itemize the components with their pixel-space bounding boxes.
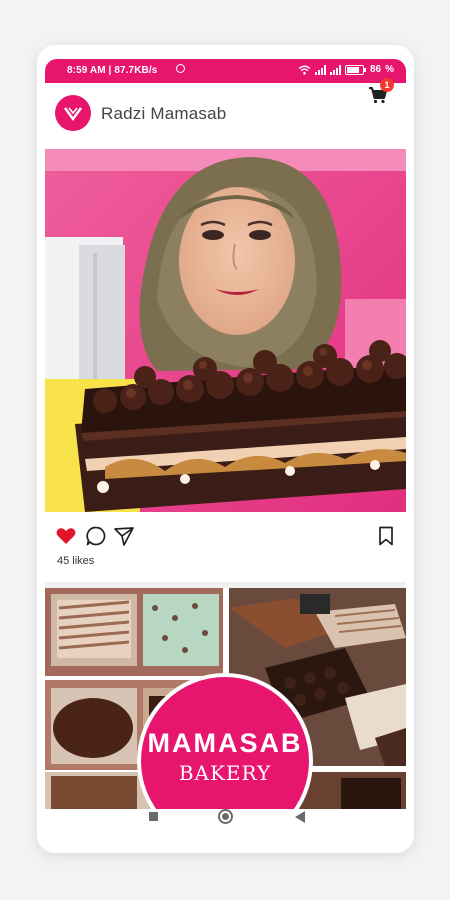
profile-avatar[interactable]: [55, 95, 91, 131]
battery-level: 86: [369, 64, 382, 75]
back-button[interactable]: [295, 811, 305, 823]
post-photo[interactable]: [45, 149, 406, 512]
logo-line-1: MAMASAB: [147, 727, 303, 758]
likes-count: 45 likes: [57, 555, 95, 567]
comment-icon[interactable]: [85, 525, 107, 547]
status-time: 8:59 AM | 87.7KB/s: [67, 65, 158, 76]
post-actions: 45 likes: [45, 521, 406, 591]
home-button[interactable]: [218, 809, 233, 824]
grid-photo-1: [45, 588, 223, 676]
wifi-icon: [298, 65, 311, 74]
logo-mark-icon: [64, 107, 82, 121]
signal-icon: [314, 64, 326, 75]
heart-icon[interactable]: [55, 525, 77, 547]
battery-icon: [344, 64, 366, 75]
app-header: Radzi Mamasab: [45, 83, 406, 139]
send-icon[interactable]: [113, 525, 135, 547]
battery-percent-sign: %: [385, 64, 394, 75]
logo-line-2: BAKERY: [178, 760, 272, 785]
app-screen: 8:59 AM | 87.7KB/s 86% Radzi Mamasab 1 4…: [45, 59, 406, 834]
signal-icon-2: [329, 64, 341, 75]
recent-apps-button[interactable]: [149, 812, 158, 821]
phone-frame: 8:59 AM | 87.7KB/s 86% Radzi Mamasab 1 4…: [37, 45, 414, 853]
status-icons: 86%: [298, 64, 394, 75]
post-photo-illustration: [45, 149, 406, 512]
status-extra-icon: [176, 64, 185, 73]
status-bar: 8:59 AM | 87.7KB/s 86%: [45, 59, 406, 83]
bookmark-icon[interactable]: [375, 525, 397, 547]
cart-badge: 1: [380, 78, 394, 92]
profile-name[interactable]: Radzi Mamasab: [101, 104, 226, 124]
